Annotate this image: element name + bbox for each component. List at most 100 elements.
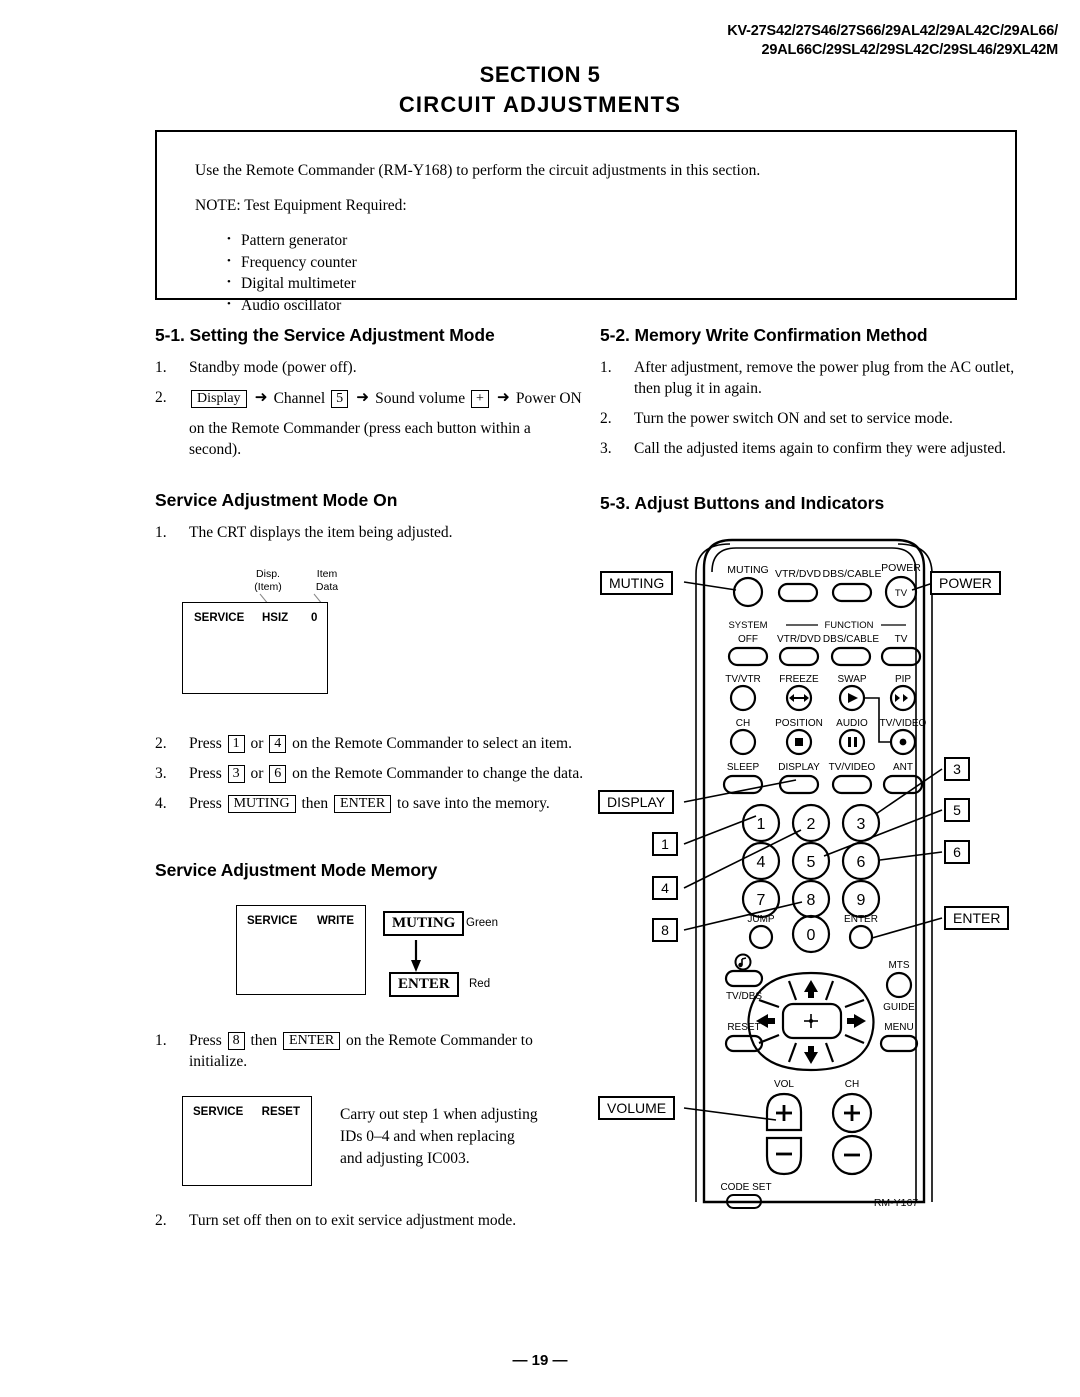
remote-button-muting[interactable]: [732, 576, 764, 608]
step-number: 2.: [155, 389, 167, 406]
remote-label-enter: ENTER: [844, 914, 878, 925]
remote-label-sleep: SLEEP: [727, 762, 760, 773]
remote-button-off[interactable]: [727, 646, 769, 667]
dpad-divider: [758, 998, 780, 1009]
key-6: 6: [269, 765, 287, 783]
step-item: 1. The CRT displays the item being adjus…: [155, 522, 585, 543]
remote-key-label-9: 9: [857, 892, 866, 909]
music-note-icon: [734, 953, 752, 971]
step-number: 2.: [155, 1212, 167, 1229]
callout-1: 1: [652, 832, 678, 856]
remote-label-tv: TV: [895, 634, 908, 645]
remote-label-dbscable-top: DBS/CABLE: [823, 568, 882, 580]
callout-muting: MUTING: [600, 571, 674, 595]
remote-key-label-6: 6: [857, 854, 866, 871]
test-equipment-list: Pattern generator Frequency counter Digi…: [195, 229, 1015, 316]
callout-4: 4: [652, 876, 678, 900]
callout-display: DISPLAY: [598, 790, 675, 814]
step-exit-mode: 2. Turn set off then on to exit service …: [155, 1210, 585, 1231]
step-number: 2.: [155, 735, 167, 752]
step-item: 2. Press 1 or 4 on the Remote Commander …: [155, 733, 585, 754]
heading-5-1: 5-1. Setting the Service Adjustment Mode: [155, 325, 495, 345]
label-power-on: Power ON: [515, 390, 582, 407]
remote-label-vol: VOL: [774, 1079, 794, 1090]
crt-label-service: SERVICE: [194, 612, 245, 624]
remote-label-vtrdvd-top: VTR/DVD: [775, 568, 822, 580]
remote-label-codeset: CODE SET: [720, 1182, 771, 1193]
conj-or: or: [250, 765, 264, 782]
remote-label-swap: SWAP: [837, 674, 866, 685]
remote-button-jump[interactable]: [748, 924, 774, 950]
list-item: Pattern generator: [227, 229, 1015, 252]
right-triangle-icon: [903, 694, 908, 702]
key-muting: MUTING: [227, 795, 296, 813]
step-number: 3.: [600, 440, 612, 457]
remote-label-power: POWER: [881, 562, 921, 574]
step-item: 1. Press 8 then ENTER on the Remote Comm…: [155, 1030, 585, 1072]
record-dot-icon: [899, 738, 907, 746]
remote-label-jump: JUMP: [747, 914, 775, 925]
callout-power: POWER: [930, 571, 1001, 595]
step-text: Press 1 or 4 on the Remote Commander to …: [189, 735, 572, 753]
remote-key-label-3: 3: [857, 816, 866, 833]
remote-label-tvvideo-mid: TV/VIDEO: [880, 718, 927, 729]
dpad-divider: [824, 980, 835, 1001]
remote-label-mts: MTS: [888, 960, 909, 971]
remote-button-tvvtr[interactable]: [729, 684, 757, 712]
model-numbers-line1: KV-27S42/27S46/27S66/29AL42/29AL42C/29AL…: [727, 23, 1058, 39]
crt-label-service: SERVICE: [193, 1106, 244, 1118]
crt-label-reset: RESET: [261, 1106, 300, 1118]
list-item: Digital multimeter: [227, 272, 1015, 295]
remote-button-vtrdvd[interactable]: [778, 646, 820, 667]
step-text: Press 3 or 6 on the Remote Commander to …: [189, 765, 583, 783]
right-column: 5-2. Memory Write Confirmation Method 1.…: [600, 325, 1030, 525]
step-text: Press MUTING then ENTER to save into the…: [189, 795, 550, 813]
label-red: Red: [469, 978, 491, 990]
steps-mode-on-1: 1. The CRT displays the item being adjus…: [155, 522, 585, 543]
remote-label-muting: MUTING: [727, 564, 768, 576]
label-channel: Channel: [273, 390, 326, 407]
left-column: 5-1. Setting the Service Adjustment Mode…: [155, 325, 585, 552]
play-triangle-icon: [848, 693, 858, 703]
remote-button-enter[interactable]: [848, 924, 874, 950]
remote-label-freeze: FREEZE: [779, 674, 819, 685]
step-text: Standby mode (power off).: [189, 359, 357, 376]
remote-button-dbscable[interactable]: [830, 646, 872, 667]
dpad-divider: [787, 1042, 798, 1063]
step-text: Call the adjusted items again to confirm…: [634, 440, 1006, 457]
remote-button-tv[interactable]: [880, 646, 922, 667]
remote-label-tvvtr: TV/VTR: [725, 674, 761, 685]
remote-button-mts-guide[interactable]: [885, 971, 913, 999]
remote-label-ant: ANT: [893, 762, 913, 773]
remote-key-label-4: 4: [757, 854, 766, 871]
key-muting-diagram: MUTING: [383, 911, 465, 936]
step-number: 1.: [155, 524, 167, 541]
label-green: Green: [466, 917, 498, 929]
crt-label-write: WRITE: [316, 915, 354, 927]
arrow-right-icon: ➜: [254, 389, 268, 406]
remote-button-ch[interactable]: [729, 728, 757, 756]
crt-display-service-item: SERVICE HSIZ 0: [182, 602, 328, 694]
steps-5-2: 1. After adjustment, remove the power pl…: [600, 357, 1030, 459]
plus-icon: [776, 1105, 792, 1121]
remote-button-tvvideo[interactable]: [831, 774, 873, 795]
step-item: 2. Turn the power switch ON and set to s…: [600, 408, 1030, 429]
remote-button-menu[interactable]: [879, 1034, 919, 1053]
step-text: Display ➜ Channel 5 ➜ Sound volume + ➜ Power O…: [189, 389, 582, 408]
remote-button-audio[interactable]: [838, 728, 866, 756]
step-text: Turn set off then on to exit service adj…: [189, 1212, 517, 1229]
section-name: CIRCUIT ADJUSTMENTS: [398, 92, 682, 117]
remote-button-tvdbs[interactable]: [724, 969, 764, 988]
steps-mode-on-234: 2. Press 1 or 4 on the Remote Commander …: [155, 733, 585, 823]
dpad-divider: [844, 1033, 865, 1045]
dpad-divider: [844, 998, 865, 1009]
remote-button-display[interactable]: [778, 774, 820, 795]
key-enter: ENTER: [334, 795, 392, 813]
key-enter-diagram: ENTER: [389, 972, 459, 997]
remote-label-dbscable: DBS/CABLE: [823, 634, 879, 645]
remote-label-off: OFF: [738, 634, 758, 645]
remote-button-vol-down[interactable]: [765, 1136, 803, 1176]
remote-button-dbscable-top[interactable]: [831, 582, 873, 603]
verb-press: Press: [189, 765, 222, 782]
remote-button-vtrdvd-top[interactable]: [777, 582, 819, 603]
